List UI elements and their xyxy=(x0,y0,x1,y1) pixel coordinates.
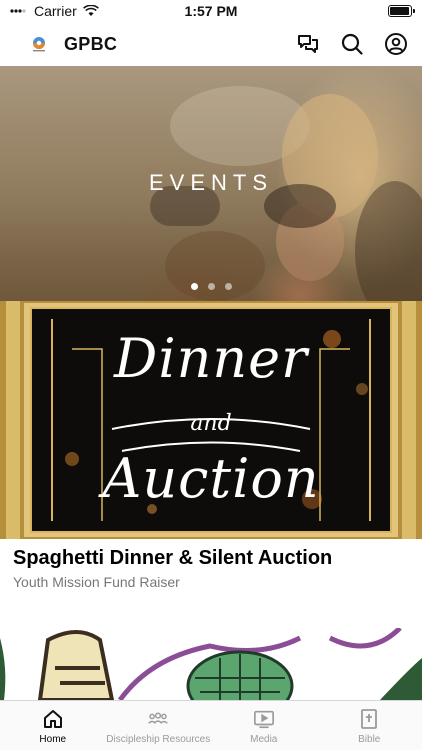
tab-bar: Home Discipleship Resources Media Bible xyxy=(0,700,422,750)
account-icon[interactable] xyxy=(384,32,408,56)
header-actions xyxy=(296,32,408,56)
event-subtitle: Youth Mission Fund Raiser xyxy=(13,574,180,590)
tab-home[interactable]: Home xyxy=(0,701,106,750)
tab-label: Media xyxy=(250,734,278,745)
event-title: Spaghetti Dinner & Silent Auction xyxy=(13,547,333,569)
dinner-auction-artwork: Dinner and Auction xyxy=(30,307,392,533)
search-icon[interactable] xyxy=(340,32,364,56)
carrier-label: Carrier xyxy=(34,3,77,19)
events-hero-banner[interactable]: EVENTS xyxy=(0,66,422,301)
carousel-page-indicator[interactable] xyxy=(0,283,422,290)
artwork-text-dinner: Dinner xyxy=(114,327,308,390)
carousel-dot[interactable] xyxy=(207,283,215,290)
media-play-icon xyxy=(253,708,275,730)
app-header: GPBC xyxy=(0,22,422,66)
artwork-text-auction: Auction xyxy=(102,447,320,510)
group-icon xyxy=(147,708,169,730)
tab-label: Discipleship Resources xyxy=(106,734,211,745)
signal-dots-icon xyxy=(10,9,26,13)
battery-level xyxy=(390,7,409,15)
carousel-dot[interactable] xyxy=(224,283,232,290)
chat-icon[interactable] xyxy=(296,32,320,56)
hero-title: EVENTS xyxy=(148,170,274,195)
next-event-card-image[interactable] xyxy=(0,628,422,700)
event-card-details[interactable]: Spaghetti Dinner & Silent Auction Youth … xyxy=(0,539,422,598)
tab-label: Bible xyxy=(358,734,381,745)
tab-bible[interactable]: Bible xyxy=(317,701,422,750)
battery-icon xyxy=(388,5,415,17)
tab-media[interactable]: Media xyxy=(211,701,317,750)
home-icon xyxy=(42,708,64,730)
wifi-icon xyxy=(82,5,99,16)
artwork-text-and: and xyxy=(190,411,232,436)
church-logo[interactable] xyxy=(26,31,52,57)
logo-icon xyxy=(33,37,45,52)
carousel-dot[interactable] xyxy=(190,283,198,290)
bible-icon xyxy=(358,708,380,730)
app-title: GPBC xyxy=(64,33,118,54)
status-bar: Carrier 1:57 PM xyxy=(0,0,422,22)
tab-discipleship-resources[interactable]: Discipleship Resources xyxy=(106,701,212,750)
next-event-artwork xyxy=(0,628,422,700)
event-card-image[interactable]: Dinner and Auction xyxy=(0,301,422,539)
tab-label: Home xyxy=(39,734,67,745)
carrier-group: Carrier xyxy=(10,3,99,19)
